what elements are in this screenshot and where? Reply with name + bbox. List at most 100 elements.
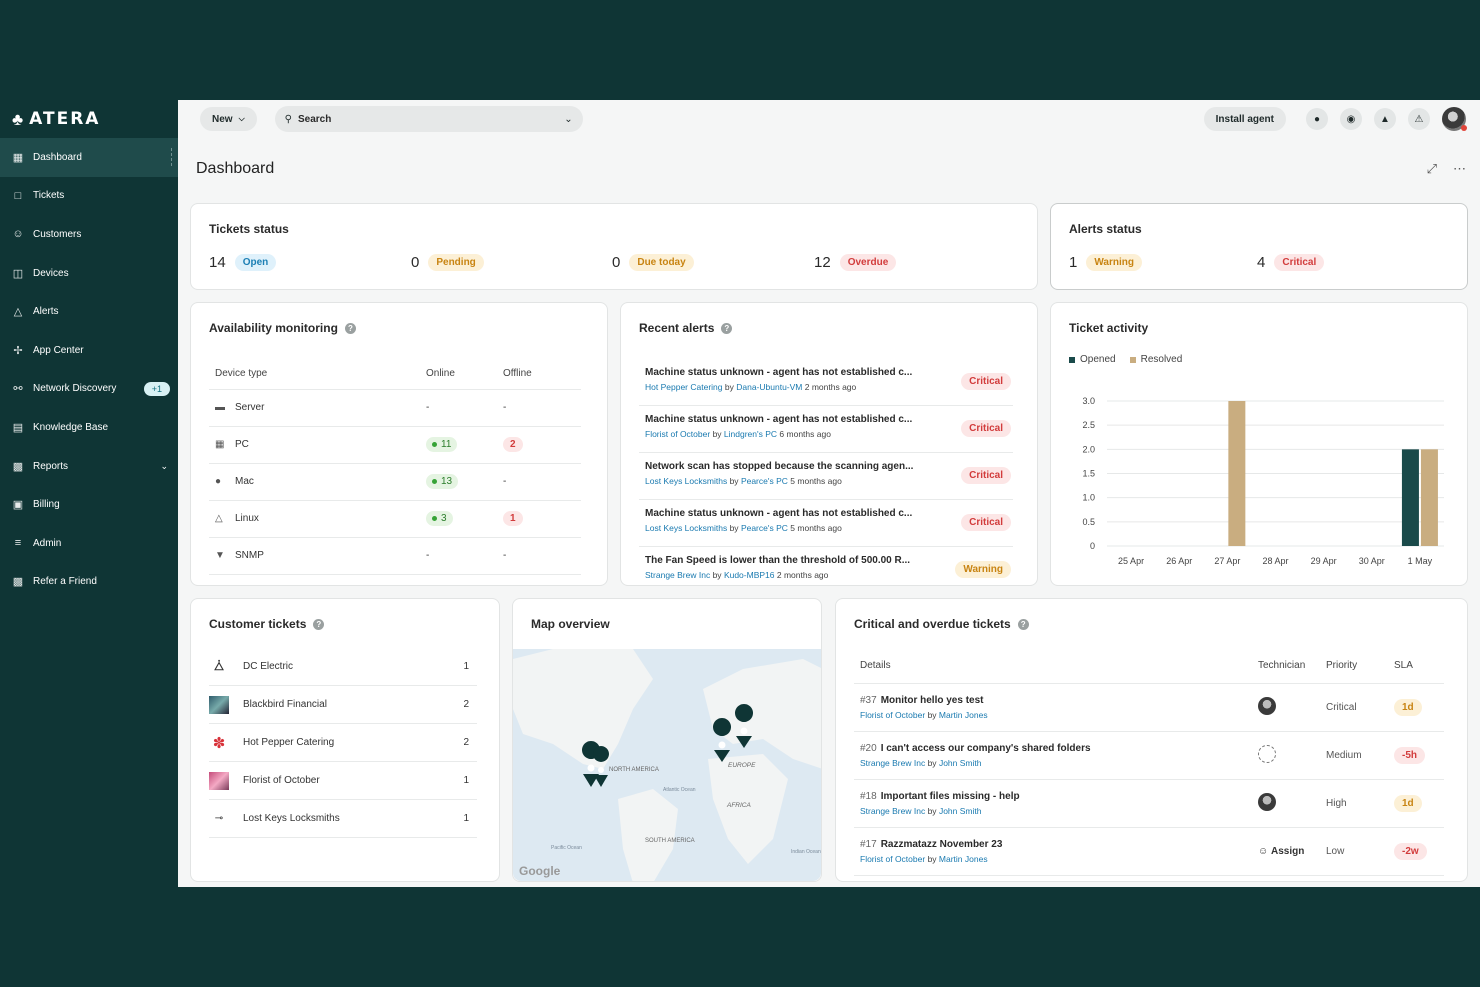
alert-item[interactable]: The Fan Speed is lower than the threshol… [639,547,1013,585]
sidebar-item-refer-a-friend[interactable]: ▩ Refer a Friend [0,563,178,602]
alert-triangle-icon[interactable]: ⚠ [1408,108,1430,130]
table-row[interactable]: ▼ SNMP - - [209,537,581,575]
alert-item[interactable]: Network scan has stopped because the sca… [639,453,1013,500]
alert-time: 2 months ago [776,570,829,580]
customer-link[interactable]: Hot Pepper Catering [645,382,723,392]
list-item[interactable]: Blackbird Financial 2 [209,686,477,724]
device-link[interactable]: Pearce's PC [741,523,788,533]
alert-item[interactable]: Machine status unknown - agent has not e… [639,359,1013,406]
customer-link[interactable]: Florist of October [645,429,710,439]
customer-link[interactable]: Florist of October [860,710,925,720]
alert-item[interactable]: Machine status unknown - agent has not e… [639,500,1013,547]
alert-title: The Fan Speed is lower than the threshol… [645,555,911,566]
help-icon[interactable]: ? [1017,618,1029,630]
alert-item[interactable]: Machine status unknown - agent has not e… [639,406,1013,453]
sidebar-item-customers[interactable]: ☺ Customers [0,215,178,254]
alert-meta: Hot Pepper Catering by Dana-Ubuntu-VM 2 … [645,382,856,392]
stat-critical[interactable]: 4 Critical [1257,254,1325,271]
list-item[interactable]: ✽ Hot Pepper Catering 2 [209,724,477,762]
table-row[interactable]: △ Linux 3 1 [209,500,581,538]
table-row[interactable]: #20 I can't access our company's shared f… [854,731,1444,780]
list-item[interactable]: Florist of October 1 [209,762,477,800]
table-row[interactable]: ▬ Server - - [209,389,581,427]
chat-icon[interactable]: ◉ [1340,108,1362,130]
sidebar-item-app-center[interactable]: ✢ App Center [0,331,178,370]
list-item[interactable]: ⧊ DC Electric 1 [209,648,477,686]
bell-icon[interactable]: ▲ [1374,108,1396,130]
sidebar-item-devices[interactable]: ◫ Devices [0,254,178,293]
new-button[interactable]: New ⌵ [200,107,257,131]
legend-label: Opened [1080,354,1116,365]
legend-swatch-opened [1069,356,1075,363]
device-link[interactable]: Pearce's PC [741,476,788,486]
stat-warning[interactable]: 1 Warning [1069,254,1142,271]
chevron-down-icon[interactable]: ⌄ [564,114,572,125]
sidebar-item-knowledge-base[interactable]: ▤ Knowledge Base [0,408,178,447]
status-badge: Overdue [839,254,897,271]
device-link[interactable]: Lindgren's PC [724,429,777,439]
ticket-title[interactable]: Monitor hello yes test [881,695,984,706]
sla-badge: -2w [1394,842,1427,860]
customer-link[interactable]: Lost Keys Locksmiths [645,476,727,486]
expand-icon[interactable]: ⤢ [1427,161,1437,177]
help-icon[interactable]: ? [721,322,733,334]
stat-pending[interactable]: 0 Pending [411,254,484,271]
sla-badge: 1d [1394,794,1422,812]
table-row[interactable]: #17 Razzmatazz November 23 Florist of Octo… [854,827,1444,876]
lightbulb-icon[interactable]: ● [1306,108,1328,130]
customer-link[interactable]: Florist of October [860,854,925,864]
ticket-title[interactable]: I can't access our company's shared fold… [881,743,1091,754]
ticket-title[interactable]: Important files missing - help [881,791,1020,802]
sidebar-item-tickets[interactable]: □ Tickets [0,177,178,216]
status-badge: Open [234,254,277,271]
sidebar-item-network-discovery[interactable]: ⚯ Network Discovery +1 [0,370,178,409]
more-options-icon[interactable]: ⋯ [1453,161,1466,177]
sidebar-item-admin[interactable]: ≡ Admin [0,524,178,563]
legend-item[interactable]: Resolved [1129,354,1182,365]
world-map[interactable]: NORTH AMERICA EUROPE AFRICA SOUTH AMERIC… [513,649,821,881]
bar-opened[interactable] [1401,449,1419,546]
card-title-text: Recent alerts [639,321,715,335]
install-agent-button[interactable]: Install agent [1203,107,1286,131]
offline-count: 1 [503,511,523,526]
customer-name: Lost Keys Locksmiths [243,813,340,824]
ticket-title[interactable]: Razzmatazz November 23 [881,839,1003,850]
sidebar-item-billing[interactable]: ▣ Billing [0,485,178,524]
bar-resolved[interactable] [1420,449,1438,546]
stat-due-today[interactable]: 0 Due today [612,254,694,271]
help-icon[interactable]: ? [313,618,325,630]
sidebar-item-alerts[interactable]: △ Alerts [0,292,178,331]
table-row[interactable]: ● Mac 13 - [209,463,581,501]
technician-avatar[interactable] [1258,696,1276,715]
table-row[interactable]: #37 Monitor hello yes test Florist of Octo… [854,683,1444,732]
customer-link[interactable]: Strange Brew Inc [860,806,925,816]
assign-button[interactable]: Assign [1271,846,1304,857]
device-link[interactable]: Dana-Ubuntu-VM [736,382,802,392]
customer-tickets-card: Customer tickets? ⧊ DC Electric 1 Blackbir… [190,598,500,882]
device-type: Server [235,402,265,413]
sidebar-item-dashboard[interactable]: ▦ Dashboard [0,138,178,177]
bar-resolved[interactable] [1228,401,1246,546]
search-input[interactable]: ⚲ Search ⌄ [274,106,583,132]
sidebar-item-reports[interactable]: ▩ Reports ⌄ [0,447,178,486]
help-icon[interactable]: ? [344,322,356,334]
contact-link[interactable]: Martin Jones [939,710,988,720]
customer-link[interactable]: Lost Keys Locksmiths [645,523,727,533]
table-row[interactable]: ▦ PC 11 2 [209,426,581,464]
contact-link[interactable]: Martin Jones [939,854,988,864]
legend-item[interactable]: Opened [1069,354,1116,365]
stat-count: 0 [411,254,420,271]
stat-overdue[interactable]: 12 Overdue [814,254,897,271]
technician-avatar[interactable] [1258,744,1276,763]
brand-logo[interactable]: ♣ ATERA [0,100,178,138]
customer-link[interactable]: Strange Brew Inc [860,758,925,768]
contact-link[interactable]: John Smith [939,806,982,816]
contact-link[interactable]: John Smith [939,758,982,768]
table-row[interactable]: #18 Important files missing - help Strange… [854,779,1444,828]
technician-avatar[interactable] [1258,792,1276,811]
device-link[interactable]: Kudo-MBP16 [724,570,775,580]
user-avatar[interactable] [1442,107,1467,131]
customer-link[interactable]: Strange Brew Inc [645,570,710,580]
stat-open[interactable]: 14 Open [209,254,277,271]
list-item[interactable]: ⊸ Lost Keys Locksmiths 1 [209,800,477,838]
